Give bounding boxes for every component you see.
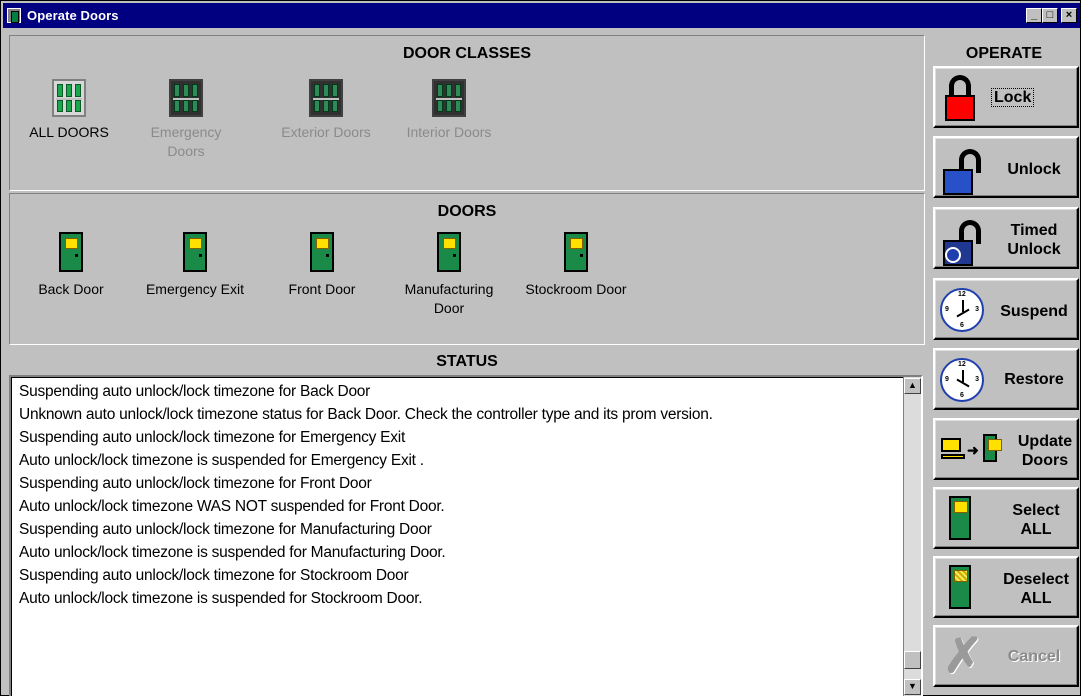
restore-button-label: Restore bbox=[1004, 371, 1064, 388]
status-title: STATUS bbox=[436, 353, 498, 370]
door-stockroom-door[interactable]: Stockroom Door bbox=[514, 232, 638, 299]
door-back-door[interactable]: Back Door bbox=[26, 232, 116, 299]
minimize-button[interactable]: _ bbox=[1026, 8, 1042, 23]
door-class-emergency-doors[interactable]: Emergency Doors bbox=[150, 79, 222, 161]
padlock-open-icon bbox=[941, 145, 985, 195]
deselect-all-button[interactable]: Deselect ALL bbox=[933, 556, 1079, 618]
door-grid-icon bbox=[52, 79, 86, 117]
status-line: Suspending auto unlock/lock timezone for… bbox=[19, 383, 371, 400]
door-classes-panel: DOOR CLASSES ALL DOORS Emergency Doors E… bbox=[9, 35, 925, 191]
door-label: Stockroom Door bbox=[525, 281, 627, 297]
status-line: Suspending auto unlock/lock timezone for… bbox=[19, 475, 372, 492]
deselect-all-label-line2: ALL bbox=[1020, 590, 1052, 607]
status-scrollbar[interactable]: ▲ ▼ bbox=[903, 377, 921, 696]
door-class-all-doors[interactable]: ALL DOORS bbox=[20, 79, 118, 142]
door-grid-icon bbox=[309, 79, 343, 117]
clock-icon: 12 3 6 9 bbox=[940, 358, 984, 402]
door-icon bbox=[949, 496, 971, 540]
door-icon bbox=[183, 232, 207, 272]
door-icon bbox=[59, 232, 83, 272]
select-all-label-line1: Select bbox=[1012, 502, 1060, 519]
close-button[interactable]: × bbox=[1061, 8, 1077, 23]
unlock-button[interactable]: Unlock bbox=[933, 136, 1079, 198]
status-line: Suspending auto unlock/lock timezone for… bbox=[19, 567, 409, 584]
door-grid-icon bbox=[169, 79, 203, 117]
door-icon bbox=[564, 232, 588, 272]
door-label: Manufacturing Door bbox=[404, 281, 494, 316]
door-class-label: Exterior Doors bbox=[281, 124, 371, 140]
door-class-exterior-doors[interactable]: Exterior Doors bbox=[268, 79, 384, 142]
door-icon bbox=[949, 565, 971, 609]
status-line: Auto unlock/lock timezone WAS NOT suspen… bbox=[19, 498, 445, 515]
update-doors-button[interactable]: ➜ Update Doors bbox=[933, 418, 1079, 480]
restore-button[interactable]: 12 3 6 9 Restore bbox=[933, 348, 1079, 410]
timed-unlock-label-line1: Timed bbox=[1010, 222, 1058, 239]
update-doors-label-line2: Doors bbox=[1021, 452, 1069, 469]
status-line: Auto unlock/lock timezone is suspended f… bbox=[19, 452, 424, 469]
cancel-button-label: Cancel bbox=[1007, 648, 1061, 665]
lock-button[interactable]: Lock bbox=[933, 66, 1079, 128]
clock-icon: 12 3 6 9 bbox=[940, 288, 984, 332]
door-class-interior-doors[interactable]: Interior Doors bbox=[396, 79, 502, 142]
timed-unlock-label-line2: Unlock bbox=[1007, 241, 1061, 258]
status-log[interactable]: Suspending auto unlock/lock timezone for… bbox=[9, 375, 923, 696]
status-line: Suspending auto unlock/lock timezone for… bbox=[19, 521, 432, 538]
select-all-label-line2: ALL bbox=[1020, 521, 1052, 538]
scroll-thumb[interactable] bbox=[904, 651, 921, 669]
door-front-door[interactable]: Front Door bbox=[276, 232, 368, 299]
suspend-button[interactable]: 12 3 6 9 Suspend bbox=[933, 278, 1079, 340]
x-icon: ✗ bbox=[943, 630, 984, 683]
scroll-up-button[interactable]: ▲ bbox=[904, 378, 921, 394]
door-icon bbox=[437, 232, 461, 272]
door-label: Back Door bbox=[38, 281, 104, 297]
title-bar[interactable]: Operate Doors _ □ × bbox=[3, 3, 1080, 28]
door-emergency-exit[interactable]: Emergency Exit bbox=[134, 232, 256, 299]
deselect-all-label-line1: Deselect bbox=[1003, 571, 1069, 588]
status-line: Suspending auto unlock/lock timezone for… bbox=[19, 429, 406, 446]
door-label: Emergency Exit bbox=[145, 281, 245, 297]
door-grid-icon bbox=[432, 79, 466, 117]
status-lines: Suspending auto unlock/lock timezone for… bbox=[12, 378, 903, 610]
status-line: Unknown auto unlock/lock timezone status… bbox=[19, 406, 713, 423]
cancel-button[interactable]: ✗ Cancel bbox=[933, 625, 1079, 687]
door-class-label: Emergency Doors bbox=[150, 124, 222, 159]
operate-title: OPERATE bbox=[965, 45, 1043, 62]
operate-doors-window: Operate Doors _ □ × DOOR CLASSES ALL DOO… bbox=[0, 0, 1081, 696]
doors-title: DOORS bbox=[437, 203, 497, 220]
door-manufacturing-door[interactable]: Manufacturing Door bbox=[394, 232, 504, 318]
status-line: Auto unlock/lock timezone is suspended f… bbox=[19, 544, 446, 561]
timed-unlock-button[interactable]: Timed Unlock bbox=[933, 207, 1079, 269]
scroll-down-button[interactable]: ▼ bbox=[904, 679, 921, 695]
window-title: Operate Doors bbox=[27, 8, 119, 23]
suspend-button-label: Suspend bbox=[1000, 303, 1068, 320]
status-log-text-area[interactable]: Suspending auto unlock/lock timezone for… bbox=[11, 377, 903, 696]
update-doors-label-line1: Update bbox=[1017, 433, 1073, 450]
door-icon bbox=[310, 232, 334, 272]
door-class-label: ALL DOORS bbox=[29, 124, 109, 140]
status-line: Auto unlock/lock timezone is suspended f… bbox=[19, 590, 423, 607]
select-all-button[interactable]: Select ALL bbox=[933, 487, 1079, 549]
maximize-button[interactable]: □ bbox=[1042, 8, 1058, 23]
doors-panel: DOORS Back Door Emergency Exit Front Doo… bbox=[9, 193, 925, 345]
door-class-label: Interior Doors bbox=[406, 124, 492, 140]
door-app-icon bbox=[7, 8, 21, 23]
door-classes-title: DOOR CLASSES bbox=[402, 45, 531, 62]
door-label: Front Door bbox=[288, 281, 356, 297]
small-clock-icon bbox=[945, 247, 961, 263]
lock-button-label: Lock bbox=[991, 88, 1035, 107]
unlock-button-label: Unlock bbox=[1007, 161, 1061, 178]
padlock-closed-icon bbox=[941, 75, 985, 121]
